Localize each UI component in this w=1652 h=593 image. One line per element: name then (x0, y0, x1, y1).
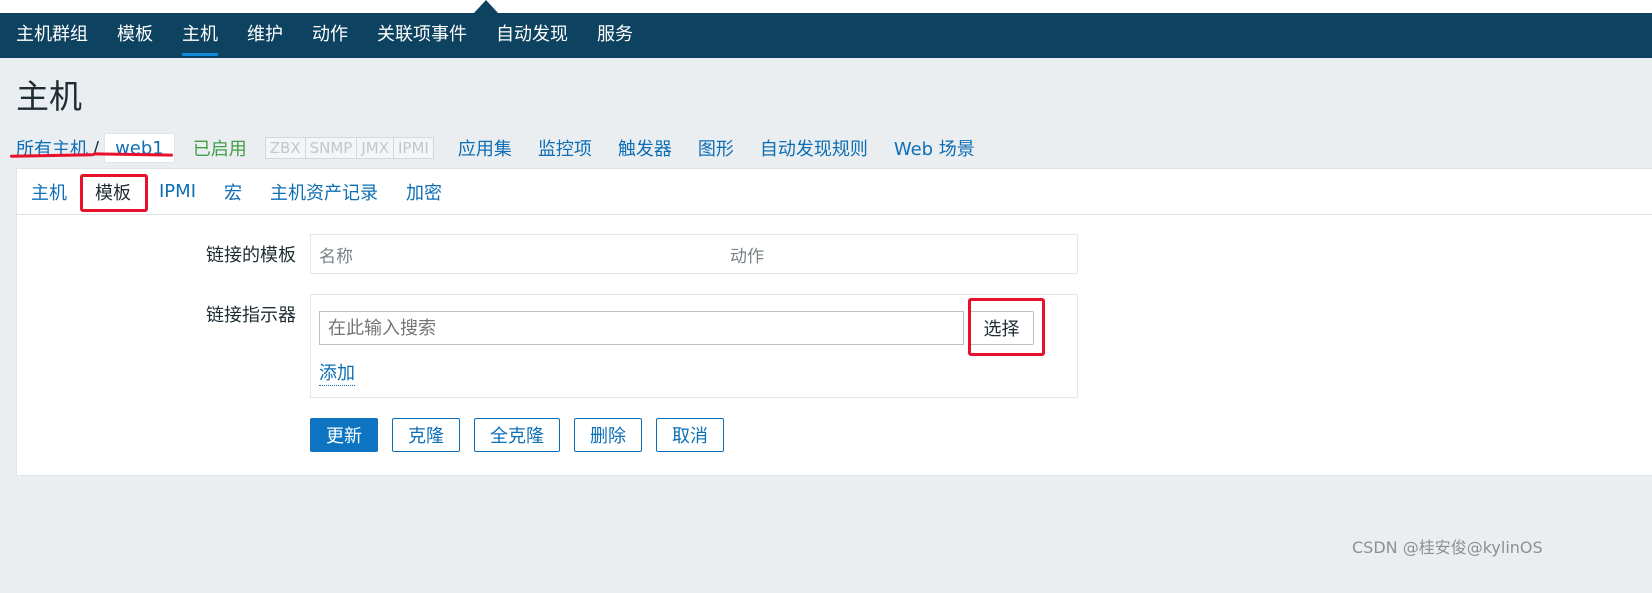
nav-item-maintenance[interactable]: 维护 (247, 13, 283, 58)
delete-button[interactable]: 删除 (574, 418, 642, 452)
page-title: 主机 (16, 77, 82, 116)
link-indicator-box: 选择 添加 (310, 294, 1078, 398)
tab-templates[interactable]: 模板 (95, 179, 131, 205)
host-link-triggers[interactable]: 触发器 (618, 135, 672, 161)
nav-item-correlation[interactable]: 关联项事件 (377, 13, 467, 58)
status-badge: 已启用 (192, 139, 247, 160)
tab-host[interactable]: 主机 (31, 179, 67, 205)
host-link-web-scenarios[interactable]: Web 场景 (894, 135, 975, 161)
tab-encryption[interactable]: 加密 (406, 179, 442, 205)
select-button[interactable]: 选择 (969, 311, 1034, 345)
top-strip (0, 0, 1652, 13)
tab-ipmi[interactable]: IPMI (159, 181, 196, 202)
availability-ipmi: IPMI (394, 137, 434, 159)
top-navigation: 主机群组 模板 主机 维护 动作 关联项事件 自动发现 服务 (0, 13, 1652, 58)
tab-macros[interactable]: 宏 (224, 179, 242, 205)
host-link-graphs[interactable]: 图形 (698, 135, 734, 161)
availability-jmx: JMX (357, 137, 394, 159)
availability-snmp: SNMP (305, 137, 358, 159)
link-indicator-label: 链接指示器 (206, 305, 296, 326)
table-header-name: 名称 (319, 246, 353, 267)
host-link-items[interactable]: 监控项 (538, 135, 592, 161)
host-link-applications[interactable]: 应用集 (458, 135, 512, 161)
watermark: CSDN @桂安俊@kylinOS (1352, 538, 1543, 557)
availability-indicators: ZBX SNMP JMX IPMI (264, 137, 434, 159)
nav-item-discovery[interactable]: 自动发现 (496, 13, 568, 58)
nav-item-templates[interactable]: 模板 (117, 13, 153, 58)
nav-item-host-groups[interactable]: 主机群组 (16, 13, 88, 58)
linked-templates-table: 名称 动作 (310, 234, 1078, 274)
add-link[interactable]: 添加 (319, 359, 355, 386)
form-tabs: 主机 模板 IPMI 宏 主机资产记录 加密 (17, 169, 1652, 215)
host-navigation-bar: 所有主机 / web1 已启用 ZBX SNMP JMX IPMI 应用集 监控… (16, 132, 1001, 164)
nav-item-actions[interactable]: 动作 (312, 13, 348, 58)
tab-inventory[interactable]: 主机资产记录 (270, 179, 378, 205)
breadcrumb-host-name[interactable]: web1 (104, 133, 175, 163)
linked-templates-label: 链接的模板 (206, 245, 296, 266)
nav-item-hosts[interactable]: 主机 (182, 13, 218, 58)
update-button[interactable]: 更新 (310, 418, 378, 452)
nav-notch (474, 0, 498, 13)
availability-zbx: ZBX (264, 137, 306, 159)
table-header-action: 动作 (730, 246, 764, 267)
cancel-button[interactable]: 取消 (656, 418, 724, 452)
template-search-input[interactable] (319, 311, 964, 345)
nav-item-services[interactable]: 服务 (597, 13, 633, 58)
host-link-discovery-rules[interactable]: 自动发现规则 (760, 135, 868, 161)
full-clone-button[interactable]: 全克隆 (474, 418, 560, 452)
clone-button[interactable]: 克隆 (392, 418, 460, 452)
form-action-buttons: 更新 克隆 全克隆 删除 取消 (310, 418, 738, 452)
